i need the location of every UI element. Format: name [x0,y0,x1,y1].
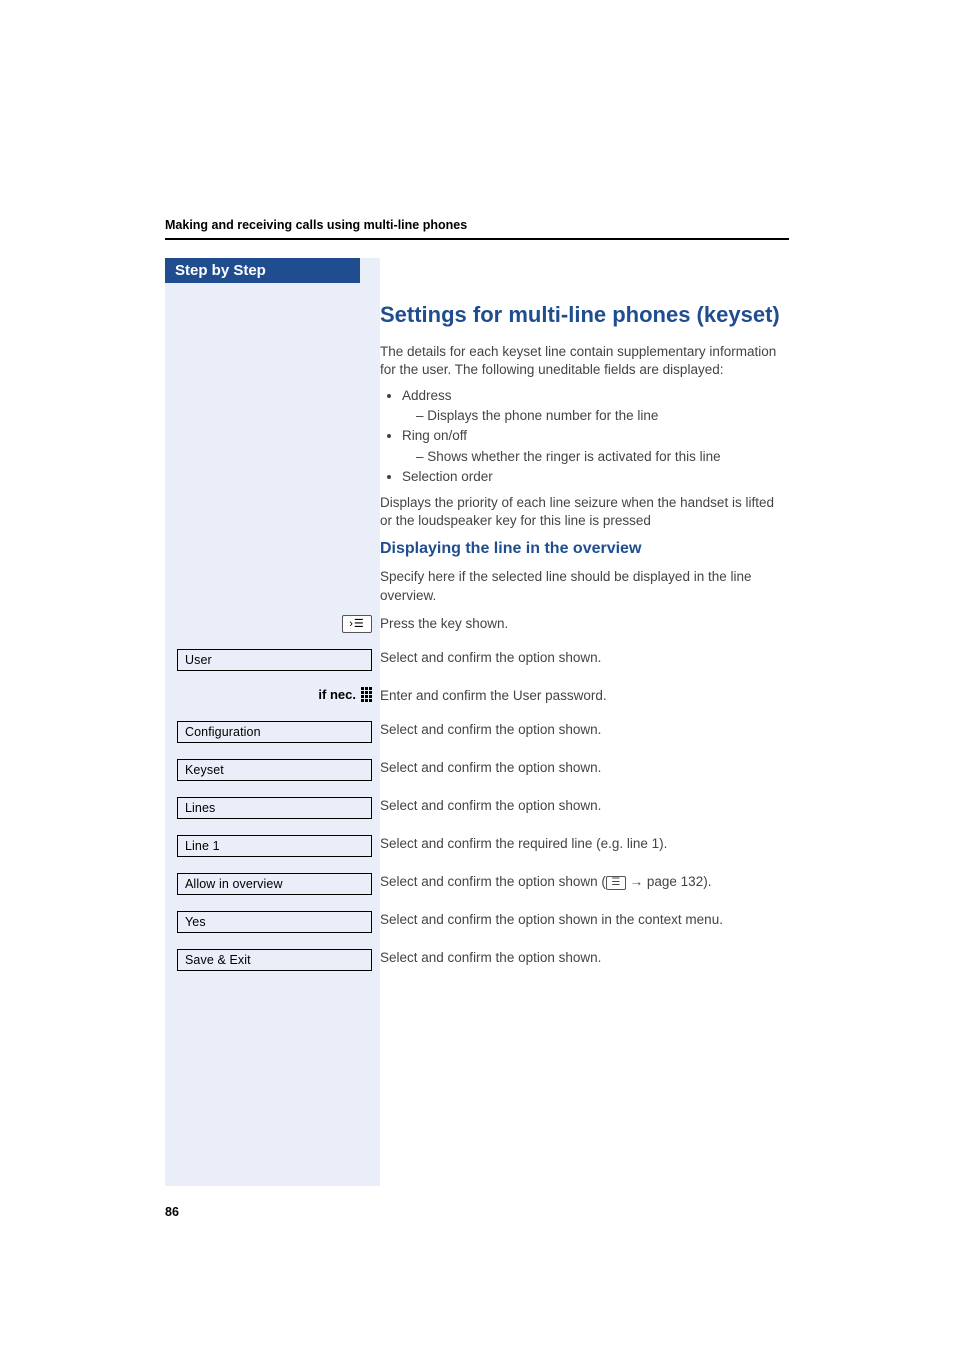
step-save-exit: Save & Exit Select and confirm the optio… [165,949,789,971]
intro-bullets: Address Displays the phone number for th… [380,387,789,486]
menu-keyset: Keyset [177,759,372,781]
step-line1-text: Select and confirm the required line (e.… [380,835,789,853]
subsection-title: Displaying the line in the overview [380,540,789,558]
intro-paragraph-2: Displays the priority of each line seizu… [380,494,789,530]
page-number: 86 [165,1205,179,1219]
step-yes: Yes Select and confirm the option shown … [165,911,789,933]
menu-lines: Lines [177,797,372,819]
step-user-text: Select and confirm the option shown. [380,649,789,667]
step-if-nec-text: Enter and confirm the User password. [380,687,789,705]
list-icon: ☰ [606,876,626,890]
intro-paragraph-1: The details for each keyset line contain… [380,343,789,379]
step-by-step-header: Step by Step [165,258,360,283]
step-press-key-text: Press the key shown. [380,615,789,633]
menu-save-exit: Save & Exit [177,949,372,971]
step-keyset-text: Select and confirm the option shown. [380,759,789,777]
running-header: Making and receiving calls using multi-l… [165,218,789,240]
step-press-key: ›☰ Press the key shown. [165,615,789,633]
menu-user: User [177,649,372,671]
if-nec-label: if nec. [318,687,356,702]
step-user: User Select and confirm the option shown… [165,649,789,671]
step-lines: Lines Select and confirm the option show… [165,797,789,819]
bullet-address: Address [402,388,452,403]
step-allow-in-overview: Allow in overview Select and confirm the… [165,873,789,895]
menu-allow-in-overview: Allow in overview [177,873,372,895]
keypad-icon [361,687,372,702]
menu-configuration: Configuration [177,721,372,743]
menu-yes: Yes [177,911,372,933]
step-yes-text: Select and confirm the option shown in t… [380,911,789,929]
step-if-necessary: if nec. Enter and confirm the User passw… [165,687,789,705]
step-save-text: Select and confirm the option shown. [380,949,789,967]
bullet-address-sub: Displays the phone number for the line [416,407,789,425]
bullet-selection-order: Selection order [402,469,493,484]
step-lines-text: Select and confirm the option shown. [380,797,789,815]
arrow-icon: → [630,874,644,889]
step-line1: Line 1 Select and confirm the required l… [165,835,789,857]
menu-line1: Line 1 [177,835,372,857]
bullet-ring-sub: Shows whether the ringer is activated fo… [416,448,789,466]
subsection-paragraph: Specify here if the selected line should… [380,568,789,604]
step-configuration: Configuration Select and confirm the opt… [165,721,789,743]
step-allow-text: Select and confirm the option shown (☰ →… [380,873,789,891]
step-keyset: Keyset Select and confirm the option sho… [165,759,789,781]
step-configuration-text: Select and confirm the option shown. [380,721,789,739]
bullet-ring: Ring on/off [402,428,467,443]
section-title: Settings for multi-line phones (keyset) [380,301,789,329]
menu-key-icon: ›☰ [342,615,372,633]
